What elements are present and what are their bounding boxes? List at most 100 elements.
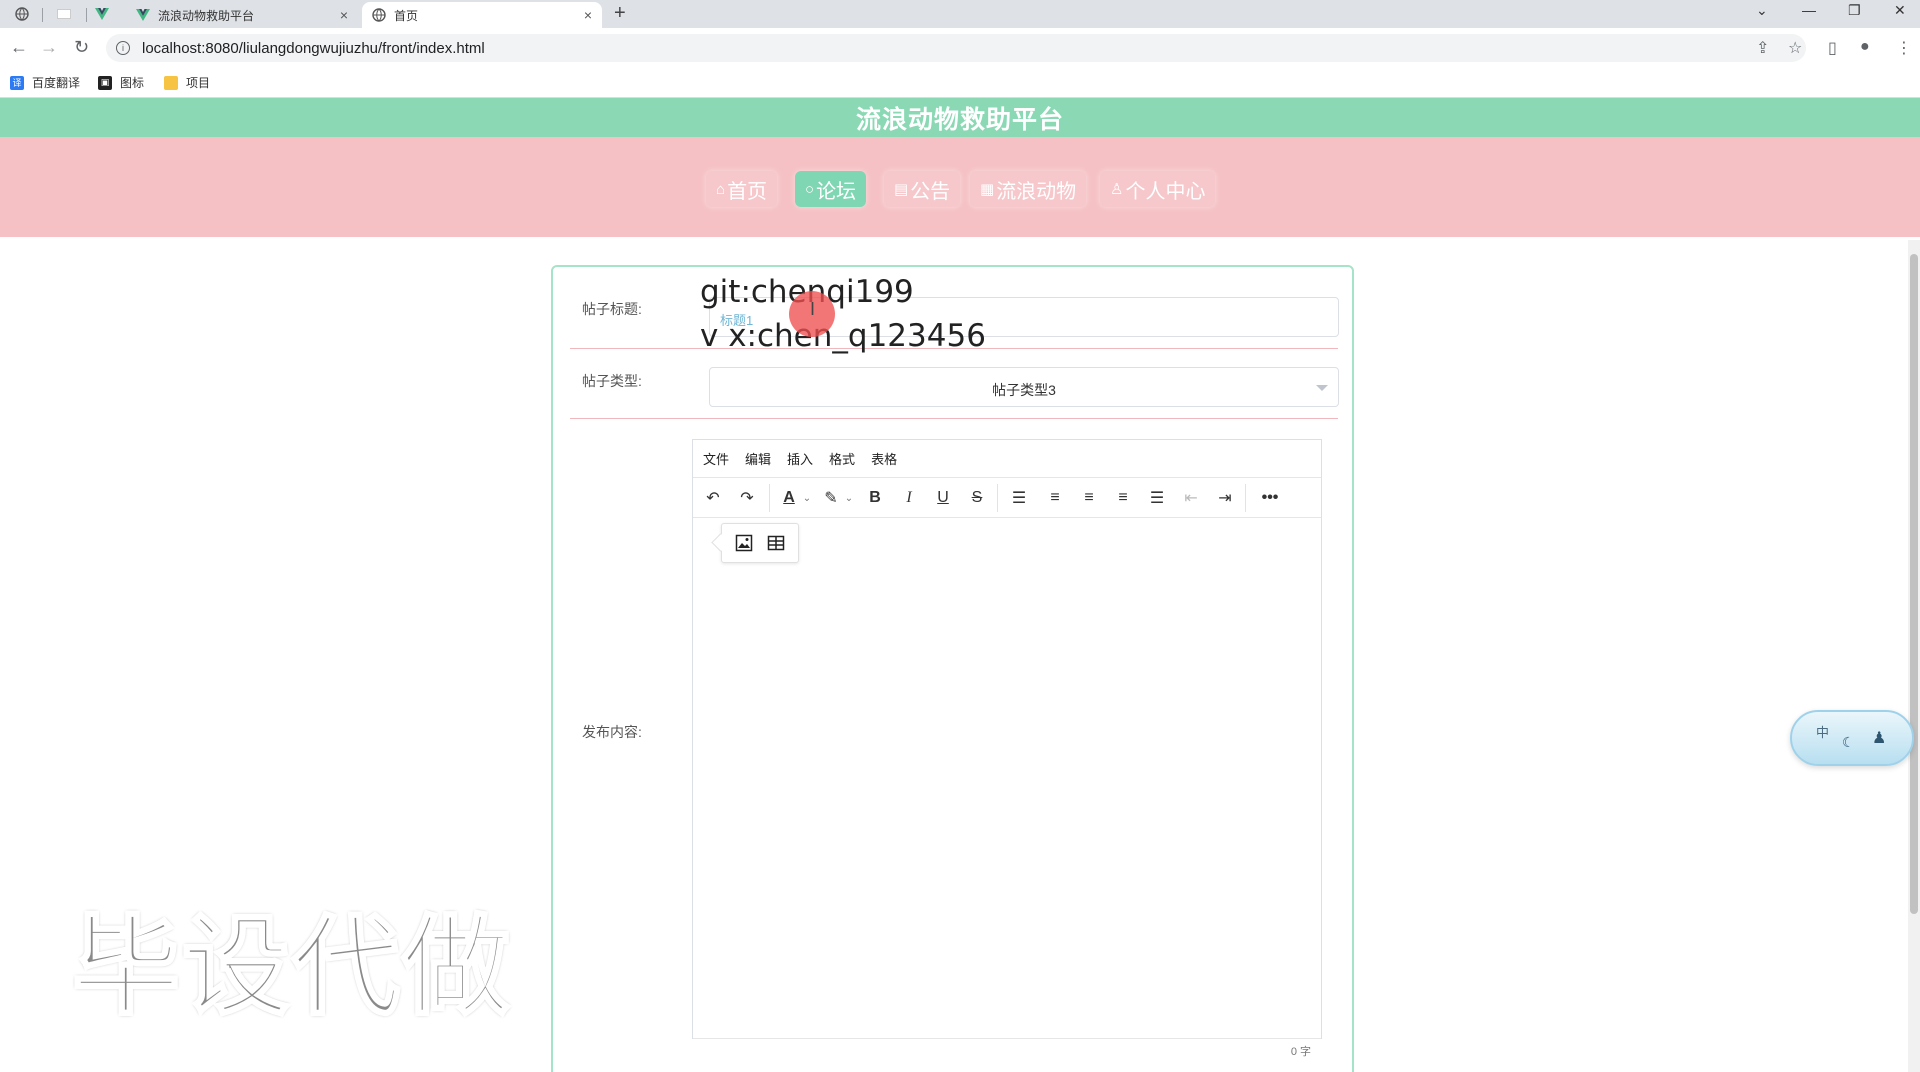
moon-icon: ☾ — [1842, 734, 1855, 750]
profile-icon[interactable]: ● — [1860, 38, 1870, 56]
vue-logo-icon — [136, 9, 150, 21]
toolbar-separator — [769, 484, 770, 512]
close-window-icon[interactable]: ✕ — [1894, 2, 1906, 19]
scrollbar-thumb[interactable] — [1910, 254, 1918, 914]
nav-notice[interactable]: ▤ 公告 — [884, 171, 961, 207]
site-info-icon[interactable]: i — [116, 41, 130, 55]
rich-text-editor[interactable]: 文件 编辑 插入 格式 表格 ↶ ↷ A ⌄ ✎ ⌄ B I U S ☰ ≡ ≡… — [692, 439, 1322, 1058]
user-icon: ♙ — [1110, 181, 1124, 198]
browser-tab-strip: 流浪动物救助平台 × 首页 × + ⌄ — ❐ ✕ — [0, 0, 1920, 28]
editor-menubar: 文件 编辑 插入 格式 表格 — [693, 440, 1321, 478]
word-count: 0 字 — [1290, 1046, 1311, 1058]
folder-icon — [164, 75, 178, 90]
indent-icon[interactable]: ⇥ — [1213, 486, 1237, 510]
menu-table[interactable]: 表格 — [871, 449, 897, 468]
undo-icon[interactable]: ↶ — [701, 486, 725, 510]
tab-search-icon[interactable]: ⌄ — [1756, 2, 1768, 19]
bold-icon[interactable]: B — [863, 486, 887, 510]
widget-language-label: 中 — [1816, 725, 1830, 740]
reload-icon[interactable]: ↻ — [74, 37, 89, 58]
minimize-icon[interactable]: — — [1802, 2, 1816, 18]
vue-logo-icon — [95, 8, 109, 20]
notice-icon: ▤ — [894, 181, 909, 198]
insert-table-icon[interactable] — [767, 534, 785, 552]
title-label: 帖子标题: — [582, 301, 642, 317]
page-scrollbar[interactable] — [1908, 240, 1920, 1072]
type-select-value: 帖子类型3 — [992, 382, 1056, 398]
address-toolbar: ← → ↻ i localhost:8080/liulangdongwujiuz… — [0, 28, 1920, 68]
pinned-tab-vue[interactable] — [84, 3, 120, 25]
nav-label: 流浪动物 — [996, 180, 1077, 203]
content-label: 发布内容: — [582, 724, 642, 740]
strikethrough-icon[interactable]: S — [965, 486, 989, 510]
italic-icon[interactable]: I — [897, 486, 921, 510]
tab-title: 首页 — [394, 8, 419, 23]
back-arrow-icon[interactable]: ← — [10, 37, 28, 58]
blank-page-icon — [57, 9, 71, 19]
pinned-tab-globe[interactable] — [4, 3, 40, 25]
editor-toolbar: ↶ ↷ A ⌄ ✎ ⌄ B I U S ☰ ≡ ≡ ≡ ☰ ⇤ ⇥ ••• — [693, 478, 1321, 518]
floating-language-widget[interactable]: 中 ☾ ♟ — [1790, 710, 1914, 766]
bookmark-star-icon[interactable]: ☆ — [1788, 38, 1802, 58]
menu-insert[interactable]: 插入 — [787, 449, 813, 468]
chevron-down-icon[interactable]: ⌄ — [801, 486, 813, 510]
tab-close-icon[interactable]: × — [340, 7, 348, 23]
nav-label: 首页 — [727, 180, 768, 203]
tab-separator — [42, 8, 43, 22]
more-options-icon[interactable]: ••• — [1255, 486, 1285, 510]
translate-icon: 译 — [10, 75, 24, 90]
nav-label: 论坛 — [816, 180, 857, 203]
line-height-icon[interactable]: ☰ — [1007, 486, 1031, 510]
home-icon: ⌂ — [716, 180, 726, 198]
bookmark-label: 百度翻译 — [32, 76, 81, 90]
tab-platform[interactable]: 流浪动物救助平台 × — [126, 2, 358, 28]
menu-file[interactable]: 文件 — [703, 449, 729, 468]
text-color-icon[interactable]: A — [777, 486, 801, 510]
type-select[interactable]: 帖子类型3 — [709, 367, 1339, 407]
forward-arrow-icon[interactable]: → — [40, 37, 58, 58]
outdent-icon[interactable]: ⇤ — [1179, 486, 1203, 510]
align-justify-icon[interactable]: ☰ — [1145, 486, 1169, 510]
watermark-text: 毕设代做 — [70, 905, 513, 1029]
chevron-down-icon — [1316, 385, 1328, 391]
cat-icon: ♟ — [1872, 730, 1887, 747]
nav-stray-animals[interactable]: ▦ 流浪动物 — [970, 171, 1087, 207]
nav-forum[interactable]: ○ 论坛 — [795, 171, 867, 207]
insert-image-icon[interactable] — [735, 534, 753, 552]
nav-label: 个人中心 — [1125, 180, 1206, 203]
menu-kebab-icon[interactable]: ⋮ — [1896, 38, 1912, 58]
pinned-tab-blank[interactable] — [46, 3, 82, 25]
nav-home[interactable]: ⌂ 首页 — [706, 171, 778, 207]
bookmark-label: 图标 — [120, 76, 145, 90]
address-bar[interactable]: i localhost:8080/liulangdongwujiuzhu/fro… — [106, 34, 1806, 62]
site-title: 流浪动物救助平台 — [855, 105, 1064, 134]
menu-edit[interactable]: 编辑 — [745, 449, 771, 468]
tab-close-icon[interactable]: × — [584, 7, 592, 23]
main-nav: ⌂ 首页 ○ 论坛 ▤ 公告 ▦ 流浪动物 ♙ 个人中心 — [0, 137, 1920, 237]
share-icon[interactable]: ⇪ — [1756, 38, 1769, 58]
align-right-icon[interactable]: ≡ — [1111, 486, 1135, 510]
bookmark-icons[interactable]: ▣ 图标 — [98, 74, 144, 91]
chevron-down-icon[interactable]: ⌄ — [843, 486, 855, 510]
align-left-icon[interactable]: ≡ — [1043, 486, 1067, 510]
forum-icon: ○ — [805, 180, 815, 198]
nav-label: 公告 — [910, 180, 951, 203]
contact-overlay-wechat: v x:chen_q123456 — [700, 318, 986, 354]
align-center-icon[interactable]: ≡ — [1077, 486, 1101, 510]
side-panel-icon[interactable]: ▯ — [1828, 38, 1837, 58]
restore-icon[interactable]: ❐ — [1848, 2, 1861, 19]
form-row-type: 帖子类型: 帖子类型3 — [570, 349, 1339, 419]
bookmark-baidu-translate[interactable]: 译 百度翻译 — [10, 74, 80, 91]
new-tab-button[interactable]: + — [614, 2, 626, 25]
tab-home[interactable]: 首页 × — [362, 2, 602, 28]
bookmark-project-folder[interactable]: 项目 — [164, 74, 210, 91]
toolbar-separator — [997, 484, 998, 512]
nav-personal-center[interactable]: ♙ 个人中心 — [1100, 171, 1216, 207]
menu-format[interactable]: 格式 — [829, 449, 855, 468]
url-text: localhost:8080/liulangdongwujiuzhu/front… — [142, 39, 485, 57]
globe-icon — [15, 7, 29, 21]
redo-icon[interactable]: ↷ — [735, 486, 759, 510]
highlight-color-icon[interactable]: ✎ — [819, 486, 843, 510]
bookmark-label: 项目 — [186, 76, 211, 90]
underline-icon[interactable]: U — [931, 486, 955, 510]
